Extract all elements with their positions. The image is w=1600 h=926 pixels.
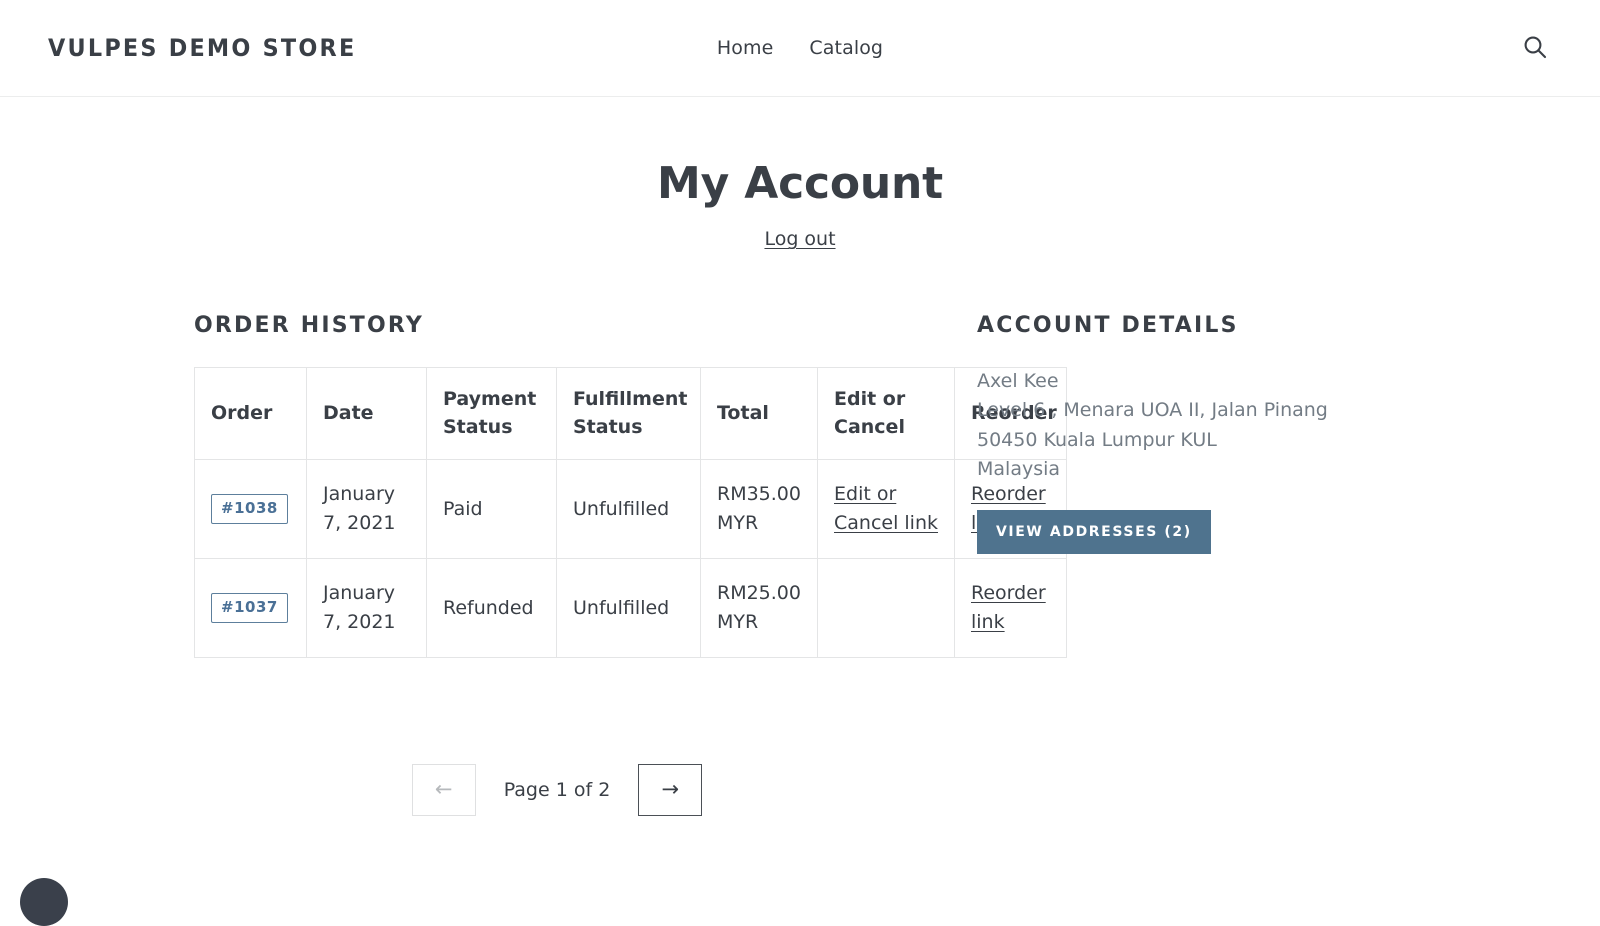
account-address-block: Axel Kee Level 6 , Menara UOA II, Jalan …: [977, 367, 1552, 485]
cell-fulfillment-status: Unfulfilled: [557, 459, 701, 558]
logout-row: Log out: [0, 228, 1600, 250]
account-details-section: Account details Axel Kee Level 6 , Menar…: [921, 313, 1552, 553]
chat-widget-bubble[interactable]: [20, 878, 68, 926]
nav-item-home[interactable]: Home: [717, 37, 774, 59]
store-logo[interactable]: Vulpes Demo Store: [48, 36, 356, 60]
account-address-line-1: Level 6 , Menara UOA II, Jalan Pinang: [977, 396, 1552, 425]
header-actions: [1518, 31, 1552, 65]
cell-fulfillment-status: Unfulfilled: [557, 558, 701, 657]
view-addresses-button[interactable]: View addresses (2): [977, 510, 1211, 554]
search-icon: [1522, 34, 1548, 63]
account-country: Malaysia: [977, 455, 1552, 484]
order-number-link[interactable]: #1037: [211, 593, 288, 623]
search-button[interactable]: [1518, 31, 1552, 65]
main-navigation: Home Catalog: [717, 37, 883, 59]
page-title: My Account: [0, 97, 1600, 208]
column-header-date: Date: [307, 367, 427, 459]
cell-order: #1037: [195, 558, 307, 657]
cell-date: January 7, 2021: [307, 558, 427, 657]
column-header-payment-status: Payment Status: [427, 367, 557, 459]
order-number-link[interactable]: #1038: [211, 494, 288, 524]
cell-payment-status: Paid: [427, 459, 557, 558]
cell-total: RM35.00 MYR: [701, 459, 818, 558]
order-history-title: Order history: [194, 313, 921, 339]
nav-item-catalog[interactable]: Catalog: [809, 37, 883, 59]
table-row: #1037 January 7, 2021 Refunded Unfulfill…: [195, 558, 1067, 657]
cell-reorder: Reorder link: [955, 558, 1067, 657]
pagination-next-button[interactable]: →: [638, 764, 702, 816]
cell-date: January 7, 2021: [307, 459, 427, 558]
account-page: My Account Log out Order history Order D…: [0, 97, 1600, 816]
column-header-fulfillment-status: Fulfillment Status: [557, 367, 701, 459]
account-layout: Order history Order Date Payment Status …: [0, 313, 1600, 657]
cell-edit-or-cancel: [818, 558, 955, 657]
column-header-order: Order: [195, 367, 307, 459]
cell-order: #1038: [195, 459, 307, 558]
pagination: ← Page 1 of 2 →: [0, 764, 1066, 816]
reorder-link[interactable]: Reorder link: [971, 582, 1046, 633]
logout-link[interactable]: Log out: [764, 228, 835, 250]
account-name: Axel Kee: [977, 367, 1552, 396]
pagination-previous-button[interactable]: ←: [412, 764, 476, 816]
account-address-line-2: 50450 Kuala Lumpur KUL: [977, 426, 1552, 455]
order-history-section: Order history Order Date Payment Status …: [48, 313, 921, 657]
account-details-title: Account details: [977, 313, 1552, 339]
cell-payment-status: Refunded: [427, 558, 557, 657]
site-header: Vulpes Demo Store Home Catalog: [0, 0, 1600, 97]
pagination-page-label: Page 1 of 2: [504, 779, 611, 801]
cell-total: RM25.00 MYR: [701, 558, 818, 657]
column-header-total: Total: [701, 367, 818, 459]
